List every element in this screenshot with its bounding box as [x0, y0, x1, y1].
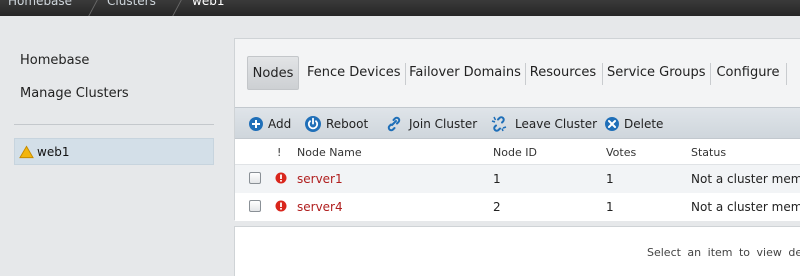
reboot-label: Reboot [326, 117, 369, 131]
warning-icon [19, 144, 34, 158]
nav-manage-clusters[interactable]: Manage Clusters [20, 86, 129, 101]
reboot-button[interactable]: Reboot [304, 115, 368, 133]
column-alert[interactable]: ! [277, 146, 281, 159]
node-name[interactable]: server4 [297, 200, 343, 214]
plus-circle-icon [249, 117, 263, 131]
breadcrumb-current: web1 [192, 0, 225, 8]
tab-separator [602, 63, 603, 85]
node-votes: 1 [606, 200, 614, 214]
node-id: 1 [493, 172, 501, 186]
tab-separator [710, 63, 711, 85]
sidebar-item-web1[interactable]: web1 [14, 138, 214, 165]
add-button[interactable]: Add [248, 115, 291, 133]
node-toolbar: Add Reboot Join Cluster Leave Cluster De… [235, 107, 800, 139]
column-node-name[interactable]: Node Name [297, 146, 362, 159]
table-row[interactable]: server1 1 1 Not a cluster membe [235, 165, 800, 193]
cluster-name: web1 [37, 144, 70, 159]
broken-link-icon [491, 116, 507, 132]
details-panel: Select an item to view details [234, 226, 800, 276]
join-cluster-label: Join Cluster [409, 117, 478, 131]
node-name[interactable]: server1 [297, 172, 343, 186]
table-header: ! Node Name Node ID Votes Status [235, 139, 800, 165]
breadcrumb: Homebase Clusters web1 [0, 0, 800, 16]
details-hint: Select an item to view details [647, 246, 800, 259]
delete-icon [605, 117, 619, 131]
nav-homebase[interactable]: Homebase [20, 53, 89, 68]
tab-bar: Nodes Fence Devices Failover Domains Res… [235, 39, 800, 107]
tab-separator [525, 63, 526, 85]
row-checkbox[interactable] [249, 172, 261, 184]
leave-cluster-button[interactable]: Leave Cluster [490, 115, 597, 133]
breadcrumb-separator [85, 0, 100, 16]
error-icon [275, 200, 287, 212]
tab-failover-domains[interactable]: Failover Domains [409, 56, 521, 90]
sidebar: Homebase Manage Clusters web1 [0, 16, 234, 276]
delete-button[interactable]: Delete [604, 115, 663, 133]
column-node-id[interactable]: Node ID [493, 146, 537, 159]
sidebar-divider [14, 124, 214, 125]
tab-fence-devices[interactable]: Fence Devices [307, 56, 401, 90]
node-votes: 1 [606, 172, 614, 186]
tab-nodes[interactable]: Nodes [247, 56, 299, 90]
add-label: Add [268, 117, 292, 131]
error-icon [275, 172, 287, 184]
breadcrumb-separator [169, 0, 184, 16]
table-row[interactable]: server4 2 1 Not a cluster membe [235, 193, 800, 221]
power-icon [305, 116, 321, 132]
node-status: Not a cluster membe [691, 172, 800, 186]
tab-service-groups[interactable]: Service Groups [607, 56, 706, 90]
column-status[interactable]: Status [691, 146, 726, 159]
link-icon [387, 116, 401, 132]
tab-separator [786, 63, 787, 85]
row-checkbox[interactable] [249, 200, 261, 212]
join-cluster-button[interactable]: Join Cluster [386, 115, 477, 133]
tab-configure[interactable]: Configure [715, 56, 781, 90]
leave-cluster-label: Leave Cluster [515, 117, 598, 131]
tab-resources[interactable]: Resources [529, 56, 597, 90]
node-status: Not a cluster membe [691, 200, 800, 214]
nodes-panel: Nodes Fence Devices Failover Domains Res… [234, 38, 800, 221]
node-id: 2 [493, 200, 501, 214]
column-votes[interactable]: Votes [606, 146, 636, 159]
tab-separator [405, 63, 406, 85]
breadcrumb-clusters[interactable]: Clusters [107, 0, 156, 8]
breadcrumb-homebase[interactable]: Homebase [8, 0, 72, 8]
delete-label: Delete [624, 117, 664, 131]
